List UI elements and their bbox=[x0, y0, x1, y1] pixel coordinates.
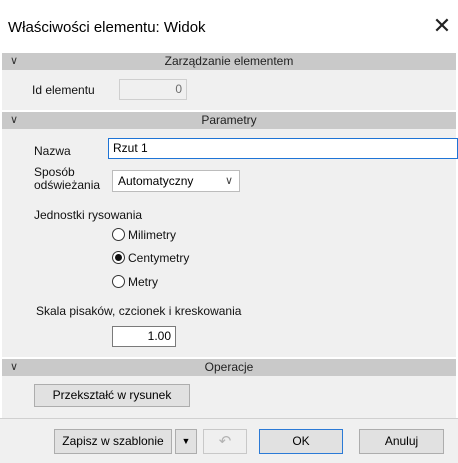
refresh-label-line2: odświeżania bbox=[34, 178, 101, 192]
chevron-down-icon: ∨ bbox=[224, 175, 233, 187]
radio-label-metry: Metry bbox=[128, 275, 158, 289]
section-header-management[interactable]: ∨ Zarządzanie elementem bbox=[2, 53, 456, 70]
title-bar: Właściwości elementu: Widok ✕ bbox=[0, 0, 458, 46]
refresh-label: Sposób odświeżania bbox=[34, 166, 100, 192]
section-title-operations: Operacje bbox=[204, 360, 254, 374]
save-in-template-button[interactable]: Zapisz w szablonie bbox=[54, 429, 172, 454]
name-label: Nazwa bbox=[34, 144, 71, 158]
save-template-dropdown-button[interactable]: ▼ bbox=[175, 429, 197, 454]
id-field: 0 bbox=[119, 79, 187, 100]
undo-icon[interactable]: ↶ bbox=[203, 429, 247, 454]
radio-milimetry[interactable]: Milimetry bbox=[112, 227, 222, 243]
radio-centymetry[interactable]: Centymetry bbox=[112, 250, 222, 266]
parameters-panel: Nazwa Rzut 1 Sposób odświeżania Automaty… bbox=[2, 129, 458, 357]
section-header-parameters[interactable]: ∨ Parametry bbox=[2, 112, 456, 129]
ok-button[interactable]: OK bbox=[259, 429, 343, 454]
convert-to-drawing-button[interactable]: Przekształć w rysunek bbox=[34, 384, 190, 407]
id-label: Id elementu bbox=[32, 83, 95, 97]
radio-button[interactable] bbox=[112, 228, 125, 241]
units-label: Jednostki rysowania bbox=[34, 208, 143, 222]
radio-button[interactable] bbox=[112, 251, 125, 264]
radio-label-centymetry: Centymetry bbox=[128, 251, 190, 265]
scale-label: Skala pisaków, czcionek i kreskowania bbox=[36, 304, 242, 318]
refresh-mode-value: Automatyczny bbox=[118, 174, 194, 188]
operations-panel: Przekształć w rysunek bbox=[2, 376, 456, 418]
section-title-management: Zarządzanie elementem bbox=[164, 54, 294, 68]
name-field[interactable]: Rzut 1 bbox=[108, 138, 458, 159]
management-panel: Id elementu 0 bbox=[2, 70, 456, 110]
radio-button[interactable] bbox=[112, 275, 125, 288]
window-title: Właściwości elementu: Widok bbox=[8, 19, 206, 36]
cancel-button[interactable]: Anuluj bbox=[359, 429, 444, 454]
radio-metry[interactable]: Metry bbox=[112, 274, 222, 290]
radio-label-milimetry: Milimetry bbox=[128, 228, 176, 242]
section-title-parameters: Parametry bbox=[201, 113, 257, 127]
dialog-footer: Zapisz w szablonie ▼ ↶ OK Anuluj bbox=[0, 418, 458, 463]
close-icon[interactable]: ✕ bbox=[430, 14, 454, 38]
section-header-operations[interactable]: ∨ Operacje bbox=[2, 359, 456, 376]
refresh-mode-select[interactable]: Automatyczny ∨ bbox=[112, 170, 240, 192]
scale-field[interactable]: 1.00 bbox=[112, 326, 176, 347]
